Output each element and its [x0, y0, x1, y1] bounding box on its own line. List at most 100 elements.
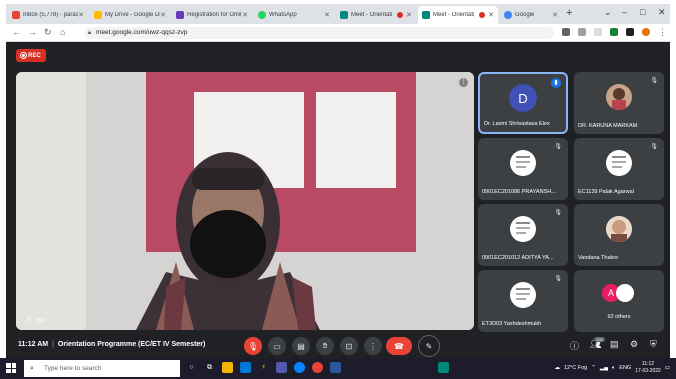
tray-chevron-icon[interactable]: ⌃ — [591, 365, 596, 371]
windows-start-icon[interactable] — [6, 363, 16, 373]
notifications-icon[interactable]: ▭ — [665, 365, 670, 371]
more-options-button[interactable]: ⋮ — [364, 337, 382, 355]
menu-dots-icon[interactable]: ⋮ — [658, 27, 667, 38]
activities-icon[interactable]: ⚙︎ — [630, 339, 638, 350]
forward-arrow-icon[interactable]: → — [28, 27, 37, 37]
star-icon[interactable] — [594, 28, 602, 36]
teams-icon[interactable] — [276, 362, 287, 373]
close-tab-icon[interactable]: ✕ — [160, 11, 166, 19]
search-icon: ⌕ — [30, 365, 34, 372]
more-options-icon[interactable]: ⋮ — [459, 78, 468, 87]
mic-off-button[interactable]: 🎙︎ — [244, 337, 262, 355]
back-arrow-icon[interactable]: ← — [12, 27, 21, 37]
profile-avatar[interactable] — [642, 28, 650, 36]
close-tab-icon[interactable]: ✕ — [406, 11, 412, 19]
close-tab-icon[interactable]: ✕ — [324, 11, 330, 19]
participant-name: 0901EC201012 ADITYA YA... — [482, 255, 554, 261]
network-icon[interactable]: ▂▄ — [600, 365, 608, 371]
self-video-feed — [16, 72, 474, 330]
edge-icon[interactable] — [294, 362, 305, 373]
main-video[interactable]: ⋮ 🎤︎ You — [16, 72, 474, 330]
close-window-button[interactable]: ✕ — [658, 7, 666, 18]
taskbar-search-input[interactable]: ⌕ Type here to search — [24, 360, 180, 377]
reload-icon[interactable]: ↻ — [44, 27, 52, 38]
file-explorer-icon[interactable] — [222, 362, 233, 373]
share-icon[interactable] — [578, 28, 586, 36]
system-tray: ☁︎ 12°C Fog ⌃ ▂▄ 🔈︎ ENG 11:12 17-03-2022… — [554, 361, 670, 375]
browser-window: Inbox (5,778) - paras ✕ My Drive - Googl… — [6, 4, 670, 358]
pen-tool-button[interactable]: ✎ — [418, 335, 440, 357]
present-button[interactable]: ⊡ — [340, 337, 358, 355]
new-tab-button[interactable]: + — [566, 7, 572, 19]
mail-icon[interactable] — [240, 362, 251, 373]
clock-date: 17-03-2022 — [635, 368, 661, 374]
participant-tile[interactable]: 🎙︎ 0901EC201086 PRAYANSH... — [478, 138, 568, 200]
participant-name: Dr. Laxmi Shrivastava Elex — [484, 121, 550, 127]
end-call-button[interactable]: ☎︎ — [386, 337, 412, 355]
participant-name: DR. KARUNA MARKAM — [578, 123, 638, 129]
camera-indicator-icon[interactable] — [562, 28, 570, 36]
camera-button[interactable]: ▭ — [268, 337, 286, 355]
tab-strip: Inbox (5,778) - paras ✕ My Drive - Googl… — [6, 4, 670, 24]
record-icon — [21, 53, 27, 58]
mic-off-icon: 🎙︎ — [650, 78, 658, 84]
tab-whatsapp[interactable]: WhatsApp ✕ — [254, 6, 334, 24]
captions-button[interactable]: ▤ — [292, 337, 310, 355]
participant-tile[interactable]: D ▮ Dr. Laxmi Shrivastava Elex — [478, 72, 568, 134]
tab-registration[interactable]: Registration for Onlin ✕ — [172, 6, 252, 24]
tab-google[interactable]: Google ✕ — [500, 6, 562, 24]
extension-icon[interactable] — [626, 28, 634, 36]
home-icon[interactable]: ⌂ — [60, 27, 65, 37]
close-tab-icon[interactable]: ✕ — [242, 11, 248, 19]
volume-icon[interactable]: 🔈︎ — [612, 365, 615, 372]
avatar — [510, 150, 536, 176]
participant-tile[interactable]: Vandana Thakre — [574, 204, 664, 266]
task-view-icon[interactable]: ⧉ — [204, 362, 215, 373]
avatar — [606, 84, 632, 110]
others-tile[interactable]: A 92 others — [574, 270, 664, 332]
google-icon — [504, 11, 512, 19]
participant-tile[interactable]: 🎙︎ DR. KARUNA MARKAM — [574, 72, 664, 134]
minimize-button[interactable]: – — [622, 7, 627, 17]
participant-tile[interactable]: 🎙︎ EC1139 Palak Agarwal — [574, 138, 664, 200]
rec-label: REC — [28, 52, 41, 59]
chrome-icon[interactable] — [312, 362, 323, 373]
mic-off-icon: 🎙︎ — [650, 144, 658, 150]
main-speaker-name: You — [35, 317, 46, 324]
avatar: D — [509, 84, 537, 112]
meeting-details[interactable]: 11:12 AM | Orientation Programme (EC/ET IV… — [18, 341, 205, 348]
tab-title: Meet - Orientati — [433, 12, 475, 18]
info-icon[interactable]: ⓘ — [570, 339, 579, 352]
tab-title: Google — [515, 12, 535, 18]
participant-tile[interactable]: 🎙︎ ET3D03 Yashdeshmukh — [478, 270, 568, 332]
close-tab-icon[interactable]: ✕ — [488, 11, 494, 19]
extension-check-icon[interactable] — [610, 28, 618, 36]
maximize-button[interactable]: □ — [640, 7, 645, 17]
weather-text[interactable]: 12°C Fog — [564, 365, 587, 371]
url-field[interactable]: 🔒︎ meet.google.com/uwz-qqsz-zvp — [84, 27, 554, 39]
tab-gmail[interactable]: Inbox (5,778) - paras ✕ — [8, 6, 88, 24]
tab-drive[interactable]: My Drive - Google Dr ✕ — [90, 6, 170, 24]
tab-meet-2[interactable]: Meet - Orientati ✕ — [418, 6, 498, 24]
meet-taskbar-icon[interactable] — [438, 362, 449, 373]
participant-tile[interactable]: 🎙︎ 0901EC201012 ADITYA YA... — [478, 204, 568, 266]
word-icon[interactable] — [330, 362, 341, 373]
tab-meet-1[interactable]: Meet - Orientati ✕ — [336, 6, 416, 24]
power-app-icon[interactable]: ⚡︎ — [258, 362, 269, 373]
participant-name: 0901EC201086 PRAYANSH... — [482, 189, 556, 195]
meeting-time: 11:12 AM — [18, 341, 49, 348]
people-count-badge: 100 — [594, 337, 605, 342]
forms-icon — [176, 11, 184, 19]
clock[interactable]: 11:12 17-03-2022 — [635, 361, 661, 375]
close-tab-icon[interactable]: ✕ — [78, 11, 84, 19]
language-indicator[interactable]: ENG — [619, 365, 631, 371]
raise-hand-button[interactable]: ✋︎ — [316, 337, 334, 355]
chevron-down-icon[interactable]: ⌄ — [604, 7, 612, 18]
host-controls-icon[interactable]: ⛨ — [650, 339, 657, 350]
participant-name: ET3D03 Yashdeshmukh — [482, 321, 542, 327]
main-speaker-label: 🎤︎ You — [24, 317, 46, 325]
people-button[interactable]: 100 👥︎ — [590, 337, 605, 350]
cortana-icon[interactable]: ○ — [186, 362, 197, 373]
chat-icon[interactable]: ▤ — [610, 339, 619, 350]
close-tab-icon[interactable]: ✕ — [552, 11, 558, 19]
